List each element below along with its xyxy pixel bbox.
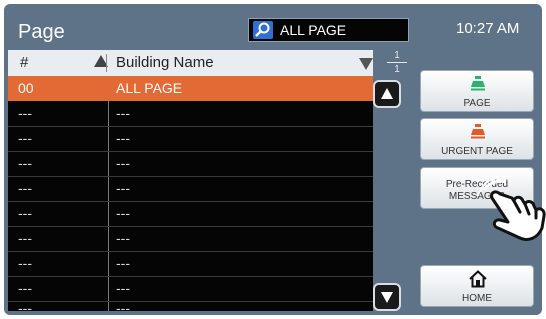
row-building-name: --- [116,280,130,296]
table-row[interactable]: --- --- [8,251,373,276]
header-divider [106,54,107,72]
search-value: ALL PAGE [280,22,347,38]
urgent-page-button[interactable]: URGENT PAGE [420,118,534,160]
screen: Page ALL PAGE 10:27 AM # Building Name 0… [4,4,542,315]
table-header: # Building Name [8,50,373,76]
row-building-name: ALL PAGE [116,80,183,96]
scroll-down-icon [381,292,393,303]
search-icon[interactable] [253,21,273,39]
table-row[interactable]: --- --- [8,151,373,176]
clock-time: 10:27 AM [456,20,520,37]
page-indicator: 1 1 [385,50,409,75]
page-speaker-icon [471,76,485,91]
touch-hand-icon [477,176,546,242]
table-row[interactable]: --- --- [8,276,373,301]
table-row[interactable]: --- --- [8,176,373,201]
device-frame: Page ALL PAGE 10:27 AM # Building Name 0… [0,0,546,319]
urgent-speaker-icon [471,124,485,139]
row-number: --- [18,301,32,311]
table-row-selected[interactable]: 00 ALL PAGE [8,76,373,101]
row-number: --- [18,130,32,146]
row-number: --- [18,205,32,221]
page-divider [387,62,407,63]
sort-descending-icon[interactable] [359,58,373,70]
home-button-label: HOME [462,293,492,304]
row-number: --- [18,255,32,271]
scroll-down-button[interactable] [373,283,401,311]
row-number: --- [18,280,32,296]
row-building-name: --- [116,301,130,311]
home-button[interactable]: HOME [420,265,534,307]
scroll-up-button[interactable] [373,80,401,108]
row-building-name: --- [116,155,130,171]
urgent-page-button-label: URGENT PAGE [441,146,513,157]
page-button[interactable]: PAGE [420,70,534,112]
row-building-name: --- [116,255,130,271]
page-title: Page [18,21,65,43]
table-row[interactable]: --- --- [8,101,373,126]
row-building-name: --- [116,180,130,196]
table-row[interactable]: --- --- [8,226,373,251]
page-current: 1 [394,50,400,61]
search-field[interactable]: ALL PAGE [248,18,409,42]
row-number: --- [18,155,32,171]
row-building-name: --- [116,105,130,121]
column-header-number[interactable]: # [20,54,28,71]
column-header-building-name[interactable]: Building Name [116,54,214,71]
table-row[interactable]: --- --- [8,126,373,151]
row-building-name: --- [116,205,130,221]
table-row[interactable]: --- --- [8,301,373,311]
row-number: --- [18,180,32,196]
row-number: 00 [18,80,34,96]
row-number: --- [18,230,32,246]
row-building-name: --- [116,130,130,146]
page-button-label: PAGE [463,98,491,109]
home-icon [469,270,487,288]
page-total: 1 [394,64,400,75]
scroll-up-icon [381,88,393,99]
row-building-name: --- [116,230,130,246]
building-table: # Building Name 00 ALL PAGE --- --- --- … [8,50,373,311]
row-number: --- [18,105,32,121]
table-row[interactable]: --- --- [8,201,373,226]
